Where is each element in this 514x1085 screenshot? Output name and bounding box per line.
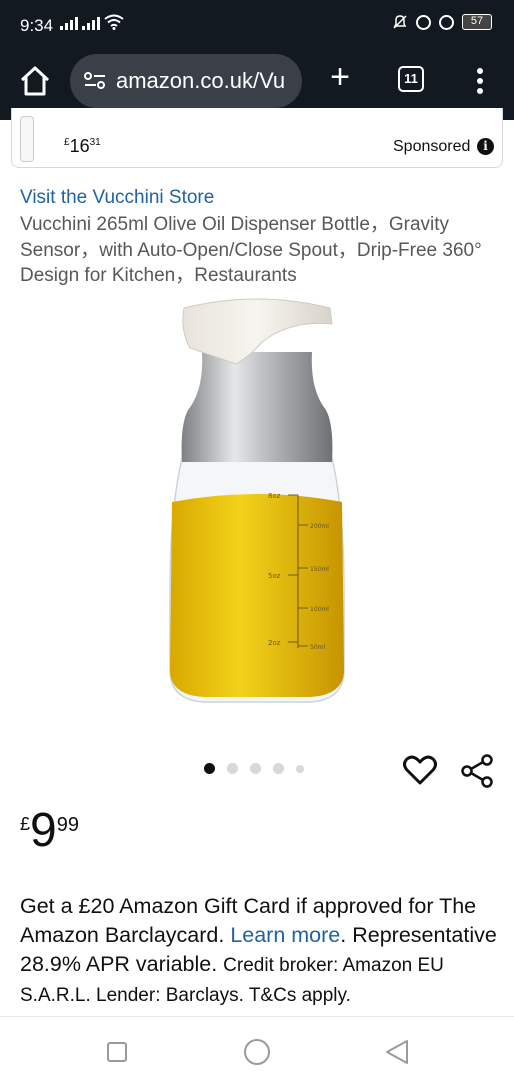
battery-icon: 57 <box>462 14 492 30</box>
signal-icons <box>60 14 124 30</box>
carousel-dot[interactable] <box>296 764 304 773</box>
product-image[interactable]: 8oz 5oz 2oz 200ml 150ml 100ml 50ml <box>150 290 364 710</box>
visit-store-link[interactable]: Visit the Vucchini Store <box>20 187 214 209</box>
bell-off-icon <box>393 15 407 29</box>
alarm-icon <box>439 14 454 30</box>
price-symbol: £ <box>20 814 31 834</box>
tab-switcher-button[interactable]: 11 <box>398 66 424 92</box>
info-icon[interactable]: i <box>477 138 494 155</box>
back-icon[interactable] <box>385 1039 409 1065</box>
home-icon[interactable] <box>18 64 52 98</box>
carousel-dot[interactable] <box>227 763 238 774</box>
status-time: 9:34 <box>20 16 54 35</box>
scale-label-100ml: 100ml <box>310 606 329 613</box>
price-whole: 9 <box>30 804 57 857</box>
image-carousel-indicator[interactable] <box>204 763 304 774</box>
system-navigation-bar <box>0 1016 514 1085</box>
product-title: Vucchini 265ml Olive Oil Dispenser Bottl… <box>20 214 482 286</box>
status-bar: 9:34 57 <box>0 0 514 52</box>
address-bar[interactable]: amazon.co.uk/Vu <box>70 54 302 108</box>
plus-icon: + <box>330 58 350 96</box>
more-vertical-icon[interactable] <box>470 64 490 98</box>
recents-button[interactable] <box>107 1042 127 1062</box>
scale-label-5oz: 5oz <box>268 572 281 580</box>
status-icons-right: 57 <box>392 14 492 30</box>
share-icon[interactable] <box>460 754 494 788</box>
credit-card-offer: Get a £20 Amazon Gift Card if approved f… <box>20 892 504 1010</box>
carousel-dot[interactable] <box>204 763 215 774</box>
new-tab-button[interactable]: + <box>322 60 358 96</box>
scale-label-8oz: 8oz <box>268 492 281 500</box>
home-nav-button[interactable] <box>244 1039 270 1065</box>
price-fraction: 99 <box>56 814 79 836</box>
scale-label-200ml: 200ml <box>310 523 329 530</box>
carousel-dot[interactable] <box>273 763 284 774</box>
carousel-dot[interactable] <box>250 763 261 774</box>
data-saver-icon <box>416 14 431 30</box>
sponsored-label: Sponsored <box>393 138 471 155</box>
wifi-icon <box>104 14 124 30</box>
site-settings-icon[interactable] <box>84 72 106 90</box>
learn-more-link[interactable]: Learn more <box>230 923 340 947</box>
sponsored-product-thumbnail <box>20 116 34 162</box>
signal-icon-2 <box>82 16 100 30</box>
sponsored-price: £1631 <box>64 136 101 156</box>
heart-icon[interactable] <box>403 754 437 786</box>
product-price: £ 9 99 <box>20 806 79 856</box>
sponsored-product-card[interactable]: £1631 Sponsored i <box>11 108 503 168</box>
url-text: amazon.co.uk/Vu <box>116 68 286 93</box>
scale-label-2oz: 2oz <box>268 639 281 647</box>
scale-label-150ml: 150ml <box>310 566 329 573</box>
signal-icon <box>60 16 78 30</box>
scale-label-50ml: 50ml <box>310 644 325 651</box>
